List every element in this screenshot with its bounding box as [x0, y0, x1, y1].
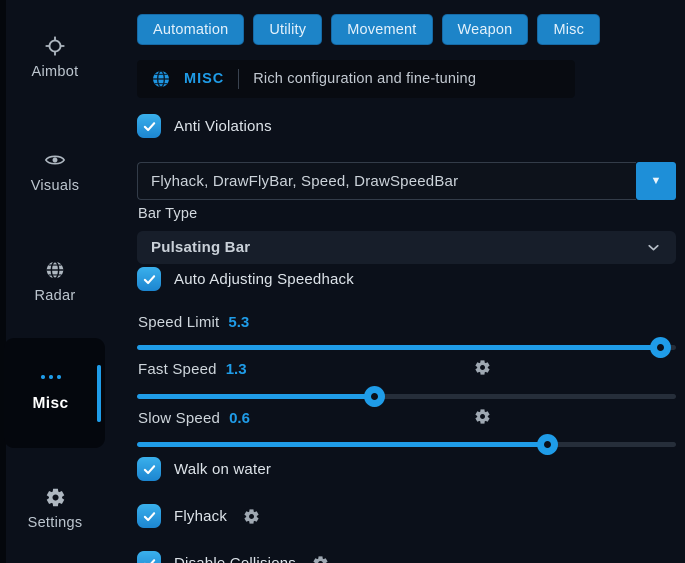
speed-limit-label: Speed Limit [138, 314, 219, 331]
fast-speed-gear-icon[interactable] [474, 359, 491, 381]
disable-collisions-row: Disable Collisions [137, 551, 329, 563]
sidebar-item-settings[interactable]: Settings [0, 487, 110, 531]
section-title: MISC [184, 71, 224, 87]
slow-speed-label: Slow Speed [138, 410, 220, 427]
sidebar-item-label: Visuals [31, 178, 80, 194]
section-header: MISC Rich configuration and fine-tuning [137, 60, 575, 98]
section-subtitle: Rich configuration and fine-tuning [253, 71, 476, 87]
chevron-down-icon [645, 239, 662, 256]
check-icon [141, 555, 158, 563]
disable-collisions-checkbox[interactable] [137, 551, 161, 563]
speed-limit-slider[interactable] [137, 337, 676, 358]
fast-speed-label-row: Fast Speed 1.3 [138, 361, 247, 378]
sidebar-item-label: Radar [35, 288, 76, 304]
sidebar-item-radar[interactable]: Radar [0, 259, 110, 304]
flyhack-checkbox[interactable] [137, 504, 161, 528]
tab-weapon[interactable]: Weapon [442, 14, 529, 45]
active-indicator-bar [97, 365, 101, 422]
check-icon [141, 271, 158, 288]
gear-icon [45, 487, 66, 508]
slider-fill [137, 345, 660, 350]
bar-type-value: Pulsating Bar [151, 239, 250, 256]
anti-violations-row: Anti Violations [137, 114, 272, 138]
flyhack-gear-icon[interactable] [243, 508, 260, 525]
tab-misc[interactable]: Misc [537, 14, 600, 45]
fast-speed-label: Fast Speed [138, 361, 217, 378]
auto-adjusting-label: Auto Adjusting Speedhack [174, 271, 354, 288]
slider-fill [137, 394, 374, 399]
sidebar-item-label: Misc [4, 395, 97, 413]
slider-thumb[interactable] [650, 337, 671, 358]
bar-type-select[interactable]: Pulsating Bar [137, 231, 676, 264]
walk-on-water-label: Walk on water [174, 461, 271, 478]
auto-adjusting-row: Auto Adjusting Speedhack [137, 267, 354, 291]
app-window: Aimbot Visuals Radar [0, 0, 685, 563]
bar-multiselect-input[interactable]: Flyhack, DrawFlyBar, Speed, DrawSpeedBar [137, 162, 636, 200]
dropdown-triangle-icon: ▼ [651, 175, 662, 187]
slow-speed-gear-icon[interactable] [474, 408, 491, 430]
walk-on-water-row: Walk on water [137, 457, 271, 481]
flyhack-label: Flyhack [174, 508, 227, 525]
bar-multiselect-dropdown-button[interactable]: ▼ [636, 162, 676, 200]
anti-violations-checkbox[interactable] [137, 114, 161, 138]
fast-speed-slider[interactable] [137, 386, 676, 407]
slider-thumb[interactable] [537, 434, 558, 455]
sidebar-item-visuals[interactable]: Visuals [0, 149, 110, 194]
anti-violations-label: Anti Violations [174, 118, 272, 135]
tab-movement[interactable]: Movement [331, 14, 432, 45]
tab-automation[interactable]: Automation [137, 14, 244, 45]
auto-adjusting-checkbox[interactable] [137, 267, 161, 291]
disable-collisions-label: Disable Collisions [174, 555, 296, 563]
ellipsis-icon [4, 375, 97, 379]
flyhack-row: Flyhack [137, 504, 260, 528]
check-icon [141, 508, 158, 525]
main-content: Automation Utility Movement Weapon Misc … [137, 0, 676, 563]
walk-on-water-checkbox[interactable] [137, 457, 161, 481]
speed-limit-label-row: Speed Limit 5.3 [138, 314, 249, 331]
sidebar-item-label: Settings [28, 515, 83, 531]
eye-icon [44, 149, 66, 171]
crosshair-icon [44, 35, 66, 57]
bar-multiselect: Flyhack, DrawFlyBar, Speed, DrawSpeedBar… [137, 162, 676, 200]
speed-limit-value: 5.3 [228, 314, 249, 331]
slow-speed-value: 0.6 [229, 410, 250, 427]
sidebar-item-label: Aimbot [32, 64, 79, 80]
slider-fill [137, 442, 547, 447]
sidebar: Aimbot Visuals Radar [0, 0, 118, 563]
divider [238, 69, 239, 89]
sidebar-item-aimbot[interactable]: Aimbot [0, 35, 110, 80]
fast-speed-value: 1.3 [226, 361, 247, 378]
tab-bar: Automation Utility Movement Weapon Misc [137, 14, 600, 45]
globe-icon [44, 259, 66, 281]
check-icon [141, 118, 158, 135]
disable-collisions-gear-icon[interactable] [312, 555, 329, 563]
bar-type-label: Bar Type [138, 206, 197, 222]
slider-thumb[interactable] [364, 386, 385, 407]
tab-utility[interactable]: Utility [253, 14, 322, 45]
check-icon [141, 461, 158, 478]
globe-icon [151, 69, 171, 89]
sidebar-item-misc-selected[interactable]: Misc [4, 338, 105, 448]
slow-speed-slider[interactable] [137, 434, 676, 455]
slow-speed-label-row: Slow Speed 0.6 [138, 410, 250, 427]
